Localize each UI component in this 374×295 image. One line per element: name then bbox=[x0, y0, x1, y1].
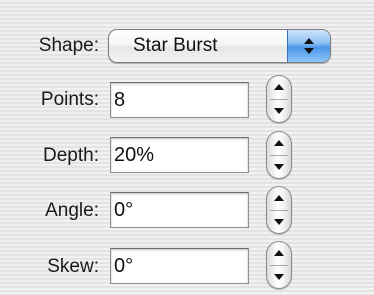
skew-label: Skew: bbox=[47, 256, 99, 277]
skew-stepper-down-button[interactable] bbox=[267, 265, 291, 288]
angle-field[interactable] bbox=[110, 192, 249, 228]
angle-label: Angle: bbox=[45, 200, 99, 221]
stepper-down-arrow-icon bbox=[274, 274, 284, 280]
angle-stepper-down-button[interactable] bbox=[267, 210, 291, 233]
angle-stepper-up-button[interactable] bbox=[267, 187, 291, 210]
depth-stepper[interactable] bbox=[266, 131, 292, 179]
shape-popup-value: Star Burst bbox=[133, 35, 218, 56]
stepper-down-arrow-icon bbox=[274, 219, 284, 225]
popup-down-arrow-icon bbox=[304, 48, 314, 54]
points-stepper[interactable] bbox=[266, 75, 292, 123]
stepper-down-arrow-icon bbox=[274, 108, 284, 114]
points-stepper-down-button[interactable] bbox=[267, 99, 291, 122]
stepper-up-arrow-icon bbox=[274, 195, 284, 201]
depth-field[interactable] bbox=[110, 137, 249, 173]
depth-stepper-down-button[interactable] bbox=[267, 155, 291, 178]
stepper-up-arrow-icon bbox=[274, 84, 284, 90]
shape-label: Shape: bbox=[38, 35, 99, 56]
depth-label: Depth: bbox=[43, 145, 99, 166]
skew-stepper[interactable] bbox=[266, 241, 292, 289]
skew-stepper-up-button[interactable] bbox=[267, 242, 291, 265]
depth-stepper-up-button[interactable] bbox=[267, 132, 291, 155]
angle-stepper[interactable] bbox=[266, 186, 292, 234]
popup-up-arrow-icon bbox=[304, 38, 314, 44]
popup-arrows-icon bbox=[287, 30, 330, 62]
points-stepper-up-button[interactable] bbox=[267, 76, 291, 99]
points-field[interactable] bbox=[110, 82, 249, 118]
stepper-up-arrow-icon bbox=[274, 250, 284, 256]
stepper-up-arrow-icon bbox=[274, 140, 284, 146]
shape-popup-button[interactable]: Star Burst bbox=[108, 29, 331, 63]
points-label: Points: bbox=[40, 89, 99, 110]
stepper-down-arrow-icon bbox=[274, 164, 284, 170]
skew-field[interactable] bbox=[110, 248, 249, 284]
